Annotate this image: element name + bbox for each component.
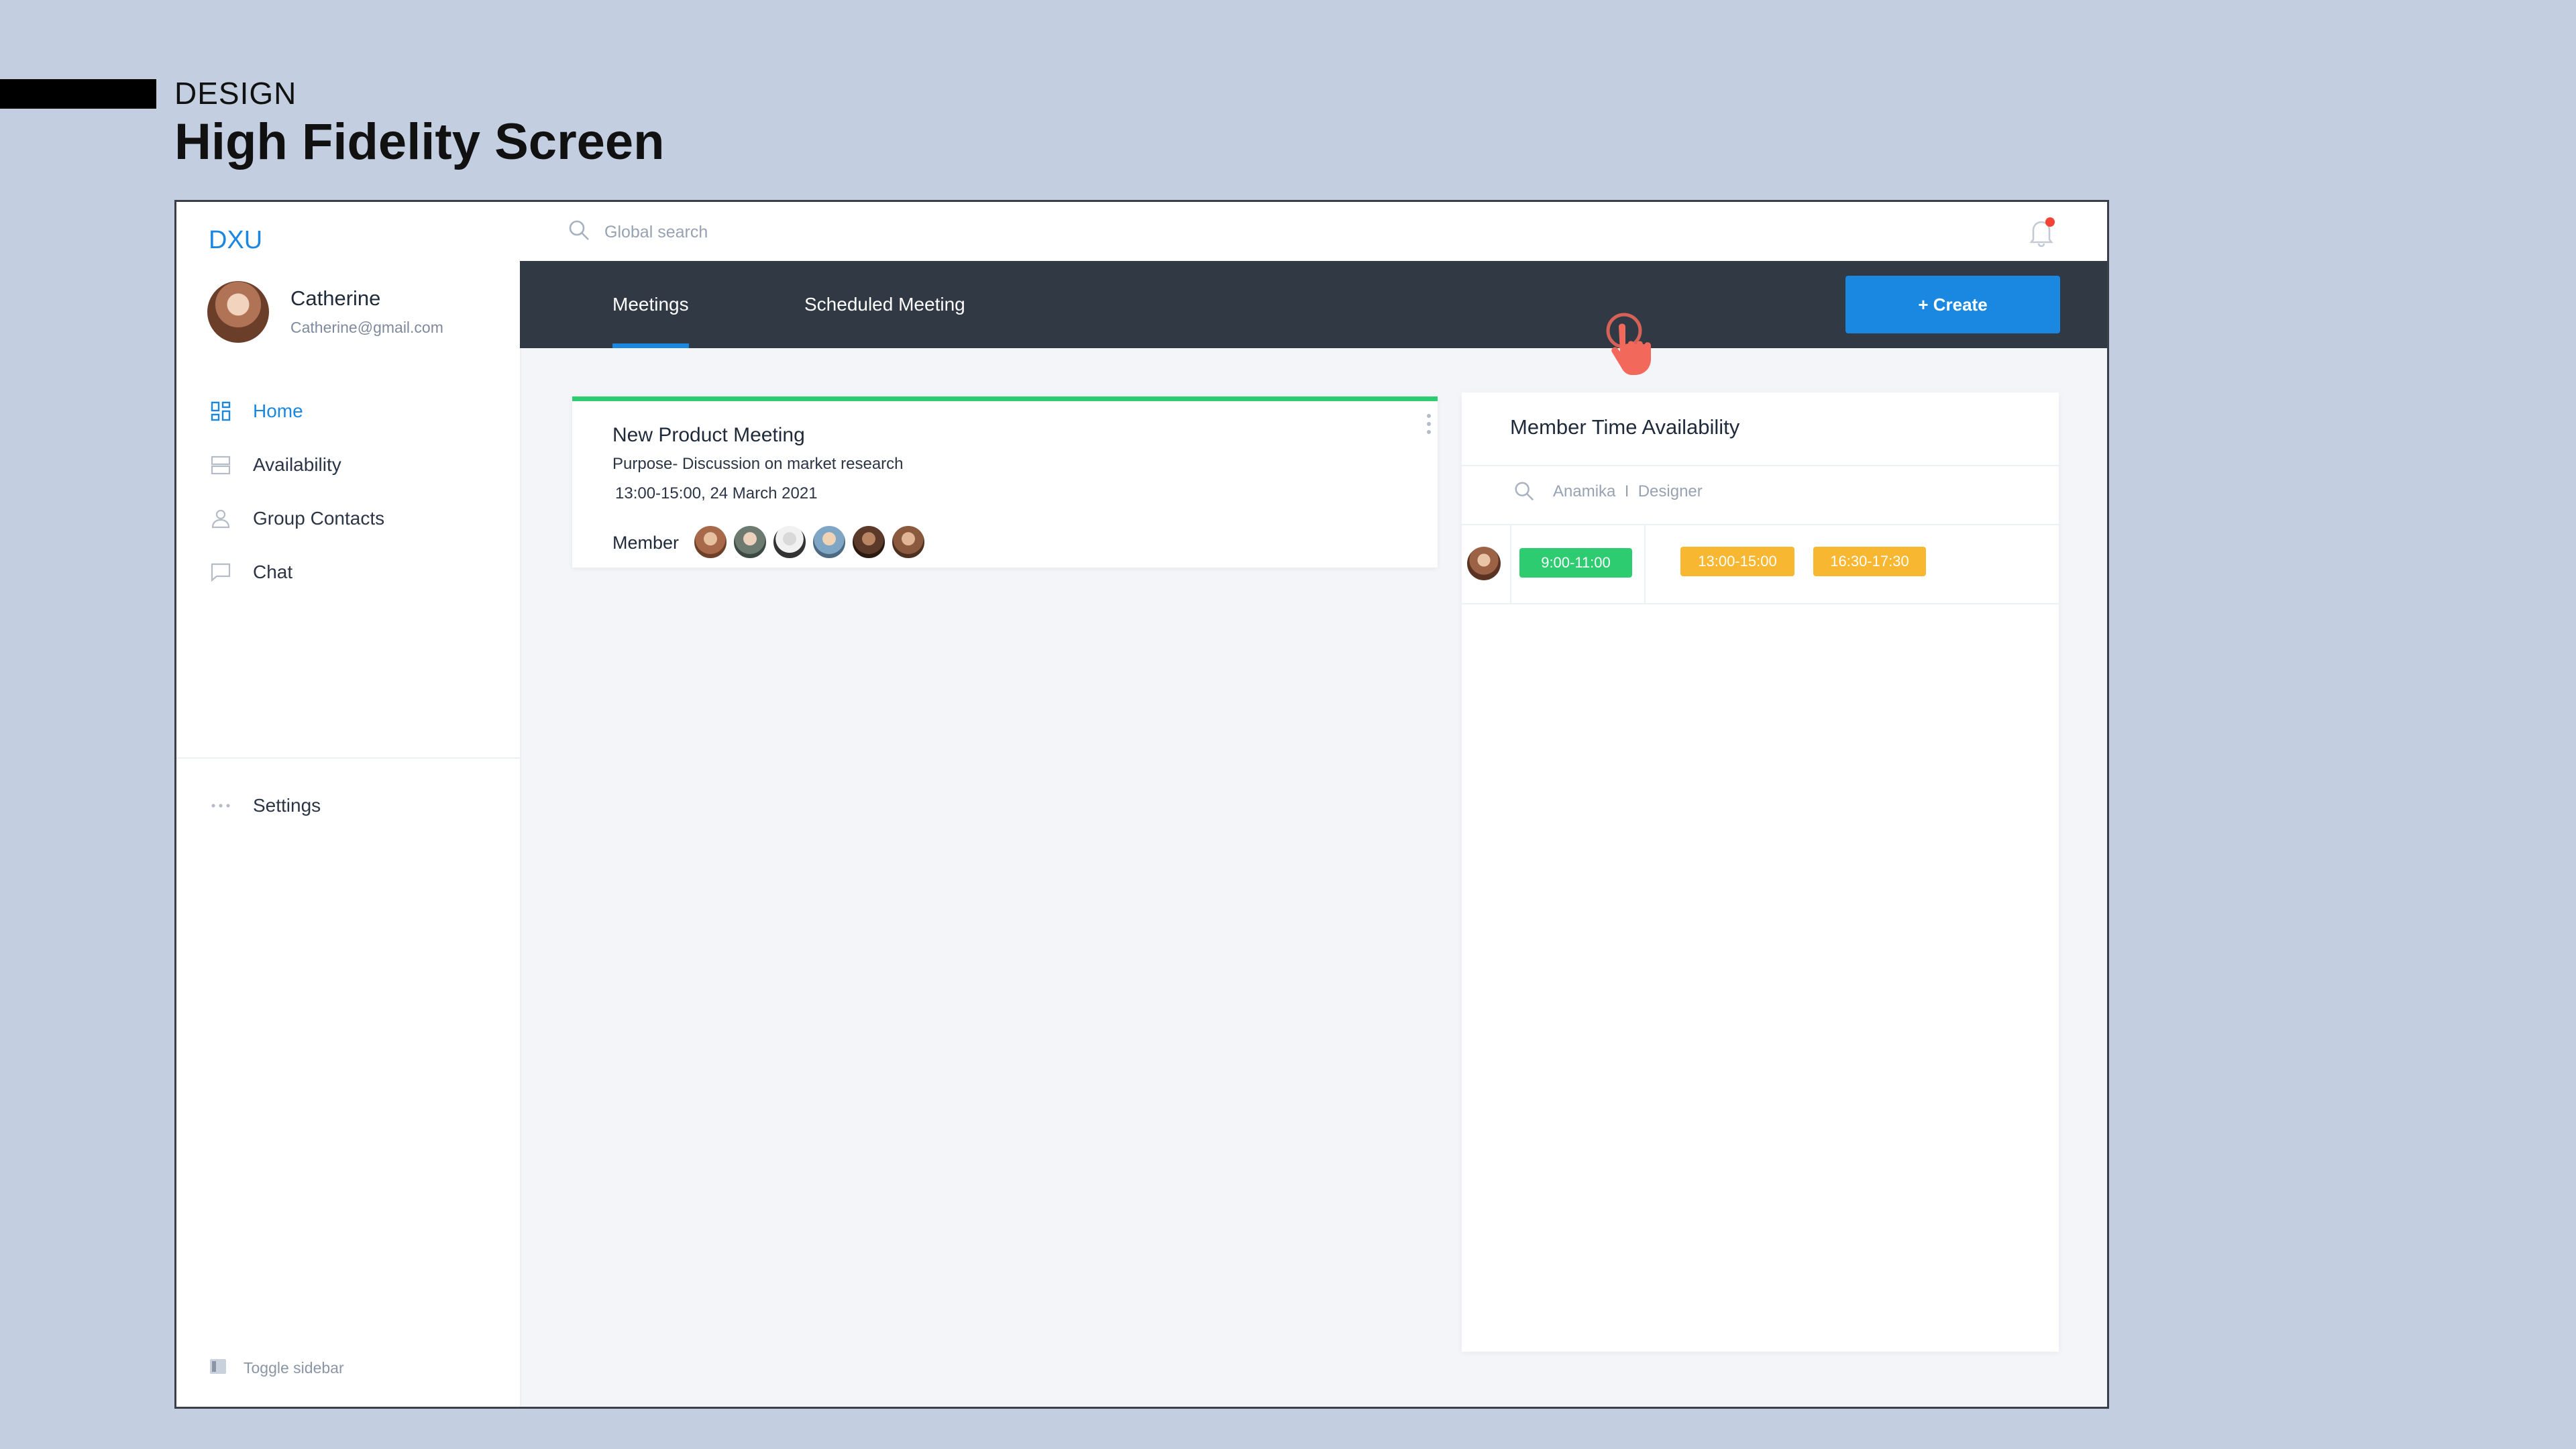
chat-icon (209, 560, 233, 584)
slide-title: High Fidelity Screen (174, 113, 665, 170)
member-availability-panel: Member Time Availability Anamika I Desig… (1462, 392, 2059, 1352)
sidebar-item-availability[interactable]: Availability (209, 450, 341, 480)
slide-section-label: DESIGN (174, 76, 297, 111)
avatar[interactable] (851, 525, 886, 559)
tab-meetings[interactable]: Meetings (612, 261, 689, 348)
notification-bell-icon[interactable] (2027, 217, 2056, 251)
search-icon (567, 218, 591, 246)
sidebar-item-label: Home (253, 400, 303, 421)
meeting-card[interactable]: New Product Meeting Purpose- Discussion … (572, 396, 1438, 568)
time-slot-available[interactable]: 9:00-11:00 (1519, 548, 1632, 578)
sidebar-item-label: Settings (253, 795, 321, 816)
brand-logo[interactable]: DXU (209, 226, 262, 255)
search-icon (1513, 480, 1536, 506)
member-avatar-list (693, 525, 930, 559)
avatar[interactable] (693, 525, 728, 559)
more-dots-icon (209, 794, 233, 818)
sidebar-divider (176, 757, 520, 759)
slide-marker-bar (0, 79, 156, 109)
user-name: Catherine (290, 286, 381, 310)
avatar[interactable] (1467, 547, 1501, 580)
time-slot-busy[interactable]: 13:00-15:00 (1680, 547, 1794, 576)
global-search-input[interactable] (603, 214, 1612, 250)
avatar[interactable] (812, 525, 847, 559)
divider (1462, 524, 2059, 525)
meeting-purpose: Purpose- Discussion on market research (612, 455, 904, 473)
avatar[interactable] (733, 525, 767, 559)
meeting-title: New Product Meeting (612, 424, 805, 446)
contacts-icon (209, 506, 233, 531)
tab-bar: Meetings Scheduled Meeting + Create (520, 261, 2107, 348)
availability-icon (209, 453, 233, 477)
sidebar-item-label: Group Contacts (253, 508, 385, 529)
availability-title: Member Time Availability (1510, 415, 1740, 439)
divider (1462, 603, 2059, 604)
meeting-time: 13:00-15:00, 24 March 2021 (615, 484, 818, 502)
avatar[interactable] (891, 525, 926, 559)
tab-scheduled-meeting[interactable]: Scheduled Meeting (804, 261, 965, 348)
top-search-bar (520, 202, 2107, 261)
divider (1644, 524, 1646, 603)
avatar[interactable] (772, 525, 807, 559)
avatar[interactable] (207, 281, 269, 343)
user-email: Catherine@gmail.com (290, 319, 443, 336)
home-grid-icon (209, 399, 233, 423)
sidebar-item-chat[interactable]: Chat (209, 557, 292, 587)
divider (1462, 465, 2059, 466)
sidebar-item-label: Availability (253, 454, 341, 475)
member-label: Member (612, 533, 680, 553)
sidebar-toggle-icon (209, 1357, 227, 1379)
pointer-hand-icon (1605, 311, 1666, 386)
sidebar-item-label: Chat (253, 561, 293, 582)
divider (1510, 524, 1511, 603)
sidebar-item-settings[interactable]: Settings (209, 791, 321, 820)
time-slot-busy[interactable]: 16:30-17:30 (1813, 547, 1926, 576)
toggle-sidebar-label: Toggle sidebar (244, 1359, 344, 1377)
member-search-field[interactable]: Anamika I Designer (1553, 482, 1703, 501)
toggle-sidebar-button[interactable]: Toggle sidebar (209, 1357, 344, 1379)
app-window: DXU Catherine Catherine@gmail.com Home A… (174, 200, 2109, 1409)
create-button[interactable]: + Create (1845, 276, 2060, 333)
sidebar: DXU Catherine Catherine@gmail.com Home A… (176, 202, 521, 1407)
sidebar-item-home[interactable]: Home (209, 396, 303, 426)
sidebar-item-group-contacts[interactable]: Group Contacts (209, 504, 384, 533)
more-options-icon[interactable] (1426, 412, 1432, 442)
